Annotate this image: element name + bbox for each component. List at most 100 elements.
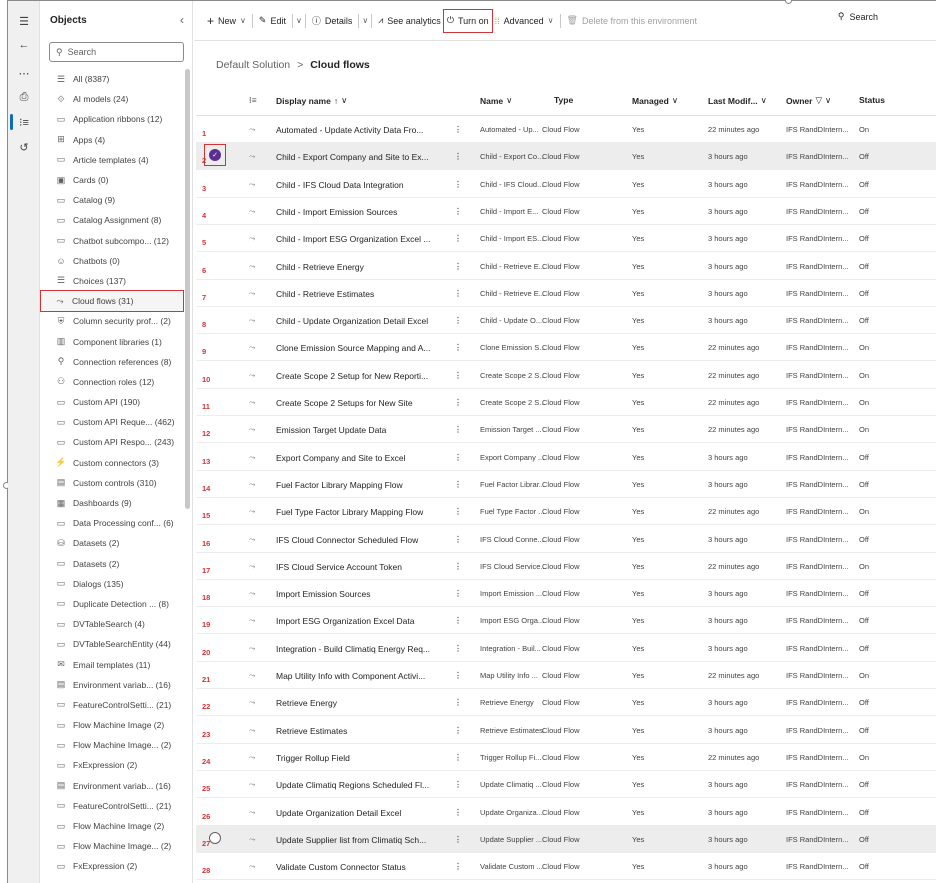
display-name-cell[interactable]: Update Climatiq Regions Scheduled Fl... xyxy=(276,780,429,790)
book-icon[interactable]: ⎙ xyxy=(8,85,40,109)
objects-list-item[interactable]: ▭ DVTableSearch (4) xyxy=(42,614,183,634)
objects-list-item[interactable]: ▭ Flow Machine Image... (2) xyxy=(42,836,183,856)
objects-search-input[interactable]: ⚲ Search xyxy=(49,42,184,62)
objects-list-item[interactable]: ▤ Environment variab... (16) xyxy=(42,675,183,695)
display-name-cell[interactable]: Child - Import ESG Organization Excel ..… xyxy=(276,234,430,244)
row-checkbox-icon[interactable] xyxy=(209,831,221,844)
display-name-cell[interactable]: Child - Retrieve Energy xyxy=(276,262,364,272)
objects-list-item[interactable]: ⛨ Column security prof... (2) xyxy=(42,311,183,331)
display-name-cell[interactable]: Fuel Type Factor Library Mapping Flow xyxy=(276,507,423,517)
more-actions-icon[interactable]: ⋮ xyxy=(454,289,462,298)
details-button[interactable]: ⓘ Details xyxy=(309,10,356,32)
table-row[interactable]: 17 ⤳ IFS Cloud Service Account Token ⋮ IFS C… xyxy=(196,553,936,580)
table-row[interactable]: 25 ⤳ Update Climatiq Regions Scheduled Fl.… xyxy=(196,771,936,799)
objects-list-item[interactable]: ▭ Chatbot subcompo... (12) xyxy=(42,231,183,251)
more-actions-icon[interactable]: ⋮ xyxy=(454,398,462,407)
table-row[interactable]: 6 ⤳ Child - Retrieve Energy ⋮ Child - Retrie… xyxy=(196,253,936,280)
command-search[interactable]: ⚲ Search xyxy=(838,11,878,22)
display-name-cell[interactable]: Update Organization Detail Excel xyxy=(276,808,401,818)
objects-list-item[interactable]: ▭ FeatureControlSetti... (21) xyxy=(42,695,183,715)
delete-button[interactable]: 🗑 Delete from this environment xyxy=(564,10,701,32)
more-actions-icon[interactable]: ⋮ xyxy=(454,453,462,462)
more-actions-icon[interactable]: ⋮ xyxy=(454,425,462,434)
display-name-cell[interactable]: Child - Import Emission Sources xyxy=(276,207,397,217)
objects-list-item[interactable]: ▥ Component libraries (1) xyxy=(42,331,183,351)
table-row[interactable]: 13 ⤳ Export Company and Site to Excel ⋮ Expo… xyxy=(196,444,936,471)
display-name-cell[interactable]: IFS Cloud Connector Scheduled Flow xyxy=(276,535,418,545)
objects-list-item[interactable]: ▭ Flow Machine Image (2) xyxy=(42,715,183,735)
objects-list-item[interactable]: ▭ Article templates (4) xyxy=(42,150,183,170)
table-row[interactable]: 23 ⤳ Retrieve Estimates ⋮ Retrieve Estimates… xyxy=(196,717,936,744)
more-actions-icon[interactable]: ⋮ xyxy=(454,180,462,189)
objects-list-item[interactable]: ▭ FeatureControlSetti... (21) xyxy=(42,796,183,816)
more-actions-icon[interactable]: ⋮ xyxy=(454,835,462,844)
table-row[interactable]: 8 ⤳ Child - Update Organization Detail Exc… xyxy=(196,307,936,335)
more-actions-icon[interactable]: ⋮ xyxy=(454,316,462,325)
objects-list-item[interactable]: ▭ FxExpression (2) xyxy=(42,856,183,876)
more-actions-icon[interactable]: ⋮ xyxy=(454,343,462,352)
table-row[interactable]: 7 ⤳ Child - Retrieve Estimates ⋮ Child - Ret… xyxy=(196,280,936,307)
table-row[interactable]: 4 ⤳ Child - Import Emission Sources ⋮ Child … xyxy=(196,198,936,225)
objects-list-item[interactable]: ⚲ Connection references (8) xyxy=(42,352,183,372)
objects-list-item[interactable]: ☰ Choices (137) xyxy=(42,271,183,291)
table-row[interactable]: 5 ⤳ Child - Import ESG Organization Excel … xyxy=(196,225,936,253)
objects-list-item[interactable]: ▤ Custom controls (310) xyxy=(42,473,183,493)
objects-list-item[interactable]: ⤳ Cloud flows (31) xyxy=(40,290,184,313)
table-row[interactable]: 20 ⤳ Integration - Build Climatiq Energy R… xyxy=(196,635,936,662)
table-row[interactable]: 28 ⤳ Validate Custom Connector Status ⋮ Vali… xyxy=(196,853,936,881)
col-last-modified[interactable]: Last Modif... ∨ xyxy=(708,95,767,106)
display-name-cell[interactable]: IFS Cloud Service Account Token xyxy=(276,562,402,572)
more-actions-icon[interactable]: ⋮ xyxy=(454,480,462,489)
display-name-cell[interactable]: Trigger Rollup Field xyxy=(276,753,350,763)
display-name-cell[interactable]: Update Supplier list from Climatiq Sch..… xyxy=(276,835,426,845)
more-actions-icon[interactable]: ⋮ xyxy=(454,507,462,516)
display-name-cell[interactable]: Child - Retrieve Estimates xyxy=(276,289,374,299)
objects-list-item[interactable]: ⚇ Connection roles (12) xyxy=(42,372,183,392)
objects-list-item[interactable]: ⛁ Datasets (2) xyxy=(42,533,183,553)
more-actions-icon[interactable]: ⋮ xyxy=(454,535,462,544)
table-row[interactable]: 24 ⤳ Trigger Rollup Field ⋮ Trigger Rollup F… xyxy=(196,744,936,771)
display-name-cell[interactable]: Child - Update Organization Detail Excel xyxy=(276,316,428,326)
back-arrow-icon[interactable]: ← xyxy=(8,33,40,57)
objects-list-item[interactable]: ▭ Duplicate Detection ... (8) xyxy=(42,594,183,614)
more-actions-icon[interactable]: ⋮ xyxy=(454,207,462,216)
col-managed[interactable]: Managed ∨ xyxy=(632,95,678,106)
display-name-cell[interactable]: Import Emission Sources xyxy=(276,589,370,599)
table-row[interactable]: 12 ⤳ Emission Target Update Data ⋮ Emission … xyxy=(196,416,936,444)
table-row[interactable]: 18 ⤳ Import Emission Sources ⋮ Import Emissi… xyxy=(196,580,936,608)
display-name-cell[interactable]: Validate Custom Connector Status xyxy=(276,862,406,872)
col-type[interactable]: Type xyxy=(554,95,573,105)
menu-icon[interactable]: ☰ xyxy=(8,9,40,33)
details-chevron-icon[interactable]: ∨ xyxy=(362,16,368,25)
more-actions-icon[interactable]: ⋮ xyxy=(454,644,462,653)
table-row[interactable]: 1 ⤳ Automated - Update Activity Data Fro..… xyxy=(196,116,936,143)
objects-list-item[interactable]: ☰ All (8387) xyxy=(42,69,183,89)
advanced-button[interactable]: ⁞⁞ Advanced ∨ xyxy=(492,10,557,32)
display-name-cell[interactable]: Import ESG Organization Excel Data xyxy=(276,616,414,626)
display-name-cell[interactable]: Map Utility Info with Component Activi..… xyxy=(276,671,425,681)
objects-scrollbar[interactable] xyxy=(185,69,190,509)
display-name-cell[interactable]: Integration - Build Climatiq Energy Req.… xyxy=(276,644,430,654)
display-name-cell[interactable]: Child - Export Company and Site to Ex... xyxy=(276,152,429,162)
col-status[interactable]: Status xyxy=(859,95,885,105)
objects-list-item[interactable]: ▭ Custom API (190) xyxy=(42,392,183,412)
objects-list-item[interactable]: ⟐ AI models (24) xyxy=(42,89,183,109)
edit-button[interactable]: ✎ Edit xyxy=(256,10,289,32)
more-actions-icon[interactable]: ⋮ xyxy=(454,371,462,380)
table-row[interactable]: 9 ⤳ Clone Emission Source Mapping and A...… xyxy=(196,334,936,362)
table-row[interactable]: 27 ⤳ Update Supplier list from Climatiq Sc… xyxy=(196,825,936,853)
more-actions-icon[interactable]: ⋮ xyxy=(454,808,462,817)
edit-chevron-icon[interactable]: ∨ xyxy=(296,16,302,25)
objects-list-item[interactable]: ▭ Custom API Reque... (462) xyxy=(42,412,183,432)
objects-list-item[interactable]: ▭ Flow Machine Image (2) xyxy=(42,816,183,836)
more-actions-icon[interactable]: ⋮ xyxy=(454,234,462,243)
more-actions-icon[interactable]: ⋮ xyxy=(454,562,462,571)
display-name-cell[interactable]: Create Scope 2 Setup for New Reporti... xyxy=(276,371,428,381)
more-actions-icon[interactable]: ⋮ xyxy=(454,616,462,625)
more-icon[interactable]: ⋯ xyxy=(8,61,40,85)
breadcrumb-parent[interactable]: Default Solution xyxy=(216,59,290,71)
table-row[interactable]: 15 ⤳ Fuel Type Factor Library Mapping Flow… xyxy=(196,498,936,526)
objects-list-item[interactable]: ▭ Catalog (9) xyxy=(42,190,183,210)
more-actions-icon[interactable]: ⋮ xyxy=(454,753,462,762)
objects-list-item[interactable]: ✉ Email templates (11) xyxy=(42,654,183,674)
